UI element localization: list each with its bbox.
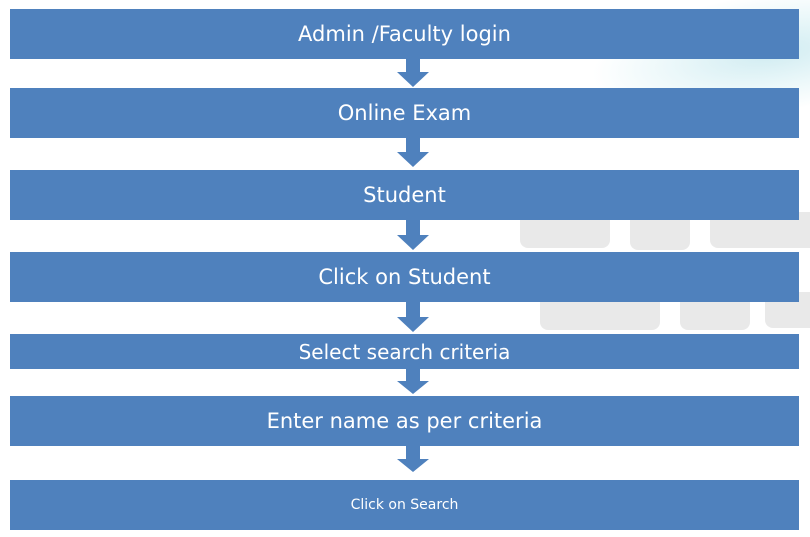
flow-step-label: Enter name as per criteria (266, 409, 543, 433)
flow-step-label: Online Exam (337, 101, 472, 125)
flow-step-click-on-search: Click on Search (10, 480, 799, 530)
flow-step-label: Click on Student (318, 265, 491, 289)
down-arrow-icon (397, 59, 429, 87)
flow-step-click-on-student: Click on Student (10, 252, 799, 302)
flow-step-label: Click on Search (350, 497, 459, 513)
down-arrow-icon (397, 220, 429, 250)
flow-step-online-exam: Online Exam (10, 88, 799, 138)
flow-step-label: Select search criteria (298, 339, 511, 364)
down-arrow-icon (397, 138, 429, 167)
down-arrow-icon (397, 369, 429, 394)
flow-step-label: Admin /Faculty login (298, 22, 511, 46)
flow-step-enter-name-as-per-criteria: Enter name as per criteria (10, 396, 799, 446)
flow-step-student: Student (10, 170, 799, 220)
flow-step-label: Student (363, 183, 446, 207)
down-arrow-icon (397, 302, 429, 332)
down-arrow-icon (397, 446, 429, 472)
flow-step-admin-faculty-login: Admin /Faculty login (10, 9, 799, 59)
flow-step-select-search-criteria: Select search criteria (10, 334, 799, 369)
